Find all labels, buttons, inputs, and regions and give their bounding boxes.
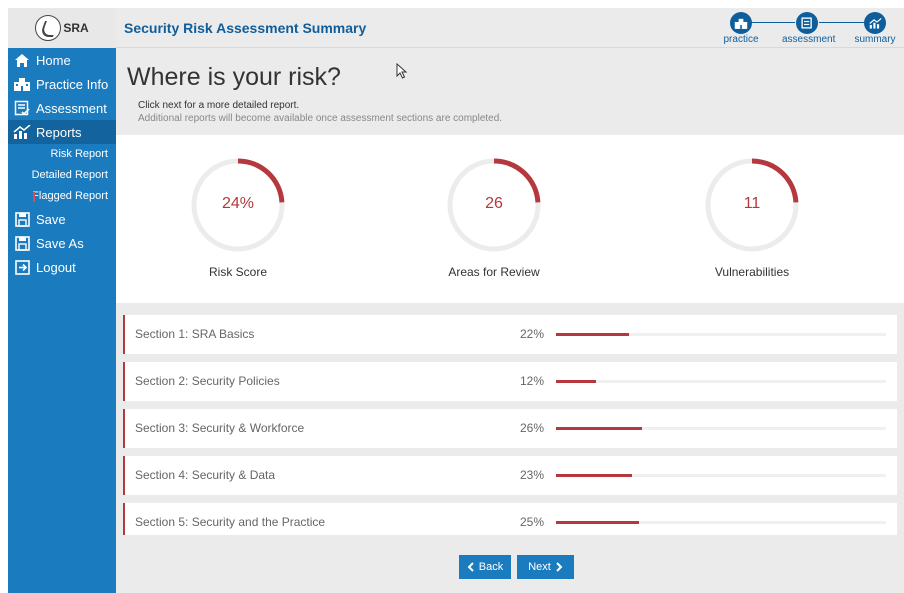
step-summary[interactable]: summary: [850, 12, 900, 45]
intro-note: Additional reports will become available…: [138, 113, 503, 124]
section-name: Section 2: Security Policies: [135, 374, 280, 388]
sra-logo: SRA: [35, 15, 89, 41]
sidebar-item-label: Assessment: [36, 100, 107, 116]
logo-area[interactable]: SRA: [8, 8, 116, 48]
summary-gauges: 24% Risk Score 26 Areas for Review 11 Vu…: [116, 135, 904, 303]
section-progress-fill: [556, 380, 596, 383]
chevron-left-icon: [467, 562, 474, 572]
section-progress-track: [556, 474, 886, 477]
sidebar-item-logout[interactable]: Logout: [8, 255, 116, 279]
building-icon: [730, 12, 752, 34]
section-row[interactable]: Section 3: Security & Workforce 26%: [123, 409, 897, 448]
section-progress-fill: [556, 427, 642, 430]
section-percent: 23%: [519, 468, 544, 482]
logo-text: SRA: [63, 21, 89, 35]
hhs-seal-icon: [35, 15, 62, 41]
sidebar-subitem-risk-report[interactable]: Risk Report: [8, 144, 116, 165]
sidebar-item-label: Save As: [36, 235, 84, 251]
section-progress-fill: [556, 333, 629, 336]
section-name: Section 3: Security & Workforce: [135, 421, 305, 435]
home-icon: [13, 52, 31, 68]
chevron-right-icon: [556, 562, 563, 572]
section-percent: 22%: [519, 327, 544, 341]
nav-list: Home Practice Info Assessment Reports Ri…: [8, 48, 116, 279]
sidebar-item-label: Reports: [36, 124, 82, 140]
chart-icon: [864, 12, 886, 34]
step-label: summary: [854, 34, 896, 45]
step-assessment[interactable]: assessment: [782, 12, 836, 45]
section-row[interactable]: Section 5: Security and the Practice 25%: [123, 503, 897, 535]
progress-stepper: practice assessment summary: [714, 12, 904, 48]
section-progress-track: [556, 427, 886, 430]
section-name: Section 1: SRA Basics: [135, 327, 255, 341]
section-progress-fill: [556, 521, 639, 524]
back-button[interactable]: Back: [459, 555, 511, 579]
section-progress-track: [556, 521, 886, 524]
vulnerabilities-value: 11: [743, 195, 761, 212]
sidebar-item-home[interactable]: Home: [8, 48, 116, 72]
sidebar-item-save[interactable]: Save: [8, 207, 116, 231]
sidebar-item-save-as[interactable]: Save As: [8, 231, 116, 255]
sidebar-item-label: Home: [36, 52, 71, 68]
section-row[interactable]: Section 2: Security Policies 12%: [123, 362, 897, 401]
section-progress-track: [556, 333, 886, 336]
intro-heading: Where is your risk?: [127, 63, 341, 91]
intro-instruction: Click next for a more detailed report.: [138, 100, 300, 111]
next-button[interactable]: Next: [517, 555, 574, 579]
section-name: Section 5: Security and the Practice: [135, 515, 326, 529]
header-bar: Security Risk Assessment Summary practic…: [116, 8, 904, 48]
sidebar-item-reports[interactable]: Reports: [8, 120, 116, 144]
sidebar-item-label: Save: [36, 211, 66, 227]
next-label: Next: [528, 561, 551, 573]
checklist-icon: [13, 100, 31, 116]
step-practice[interactable]: practice: [716, 12, 766, 45]
intro-panel: Where is your risk? Click next for a mor…: [116, 48, 904, 135]
section-name: Section 4: Security & Data: [135, 468, 276, 482]
checklist-icon: [796, 12, 818, 34]
sidebar-item-assessment[interactable]: Assessment: [8, 96, 116, 120]
vulnerabilities-label: Vulnerabilities: [714, 265, 790, 279]
section-progress-fill: [556, 474, 632, 477]
sidebar-subitem-flagged-report[interactable]: Flagged Report: [8, 186, 116, 207]
back-label: Back: [478, 561, 504, 573]
areas-for-review-label: Areas for Review: [448, 265, 540, 279]
save-as-icon: [13, 235, 31, 251]
section-list: Section 1: SRA Basics 22% Section 2: Sec…: [116, 303, 904, 535]
gauge-vulnerabilities: 11 Vulnerabilities: [682, 155, 822, 279]
footer-bar: Back Next: [116, 535, 904, 593]
section-row[interactable]: Section 1: SRA Basics 22%: [123, 315, 897, 354]
sidebar-item-label: Logout: [36, 259, 76, 275]
risk-score-value: 24%: [221, 195, 255, 212]
risk-score-label: Risk Score: [208, 265, 267, 279]
areas-for-review-value: 26: [485, 195, 503, 212]
gauge-areas-for-review: 26 Areas for Review: [424, 155, 564, 279]
sidebar-item-practice-info[interactable]: Practice Info: [8, 72, 116, 96]
sidebar-subitem-detailed-report[interactable]: Detailed Report: [8, 165, 116, 186]
step-label: practice: [723, 34, 759, 45]
page-title: Security Risk Assessment Summary: [124, 20, 367, 36]
logout-icon: [13, 259, 31, 275]
gauge-risk-score: 24% Risk Score: [168, 155, 308, 279]
app: SRA Home Practice Info Assessment Report…: [0, 0, 904, 593]
step-label: assessment: [782, 34, 836, 45]
section-percent: 26%: [519, 421, 544, 435]
section-row[interactable]: Section 4: Security & Data 23%: [123, 456, 897, 495]
save-icon: [13, 211, 31, 227]
chart-icon: [13, 124, 31, 140]
section-percent: 12%: [519, 374, 544, 388]
section-progress-track: [556, 380, 886, 383]
sidebar: SRA Home Practice Info Assessment Report…: [8, 8, 116, 593]
sidebar-item-label: Practice Info: [36, 76, 109, 92]
building-icon: [13, 76, 31, 92]
section-percent: 25%: [519, 515, 544, 529]
mouse-cursor-icon: [396, 63, 408, 79]
